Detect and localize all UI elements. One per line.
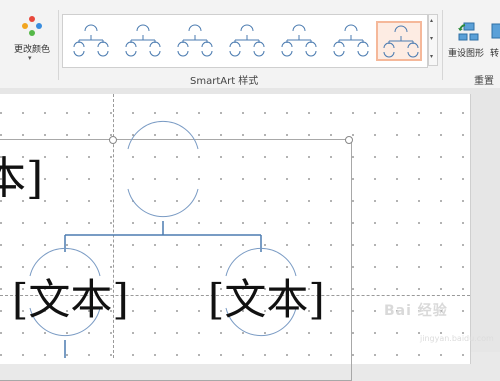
- hierarchy-style-icon: [383, 25, 419, 58]
- top-node-arc: [127, 188, 199, 218]
- style-thumbnail-1[interactable]: [67, 21, 113, 61]
- hierarchy-style-icon: [333, 24, 369, 57]
- hierarchy-style-icon: [125, 24, 161, 57]
- watermark-logo: Bai 经验: [384, 303, 448, 319]
- convert-icon: [491, 23, 500, 39]
- convert-button[interactable]: 转: [490, 20, 500, 60]
- convert-label: 转: [490, 49, 500, 59]
- style-thumbnail-6[interactable]: [327, 21, 373, 61]
- smartart-styles-gallery[interactable]: [62, 14, 428, 68]
- smartart-styles-group-label: SmartArt 样式: [190, 76, 259, 87]
- ribbon-separator: [442, 10, 443, 80]
- ribbon-separator: [58, 10, 59, 80]
- hierarchy-style-icon: [229, 24, 265, 57]
- scroll-down-icon[interactable]: ▾: [430, 35, 433, 42]
- ribbon: 更改颜色 ▾ ▴ ▾ ▾ SmartArt 样式 重设图形 转 重置: [0, 0, 500, 89]
- change-colors-arrow-icon[interactable]: ▾: [28, 54, 32, 62]
- hierarchy-style-icon: [177, 24, 213, 57]
- hierarchy-style-icon: [281, 24, 317, 57]
- change-colors-label: 更改颜色: [13, 45, 50, 55]
- slide[interactable]: 本] [文本] [文本]: [0, 94, 471, 381]
- style-thumbnail-5[interactable]: [275, 21, 321, 61]
- reset-graphic-label: 重设图形: [448, 49, 485, 59]
- scroll-up-icon[interactable]: ▴: [430, 17, 433, 24]
- reset-group-label: 重置: [474, 76, 494, 87]
- style-thumbnail-7-selected[interactable]: [376, 21, 422, 61]
- reset-graphic-icon: [458, 22, 479, 41]
- style-thumbnail-2[interactable]: [119, 21, 165, 61]
- left-node-text[interactable]: [文本]: [12, 266, 129, 327]
- gallery-more-icon[interactable]: ▾: [430, 53, 433, 60]
- style-thumbnail-3[interactable]: [171, 21, 217, 61]
- hierarchy-style-icon: [73, 24, 109, 57]
- change-colors-button[interactable]: 更改颜色 ▾: [10, 16, 54, 66]
- top-node-arc: [127, 120, 199, 150]
- watermark-url: jingyan.baidu.com: [420, 334, 494, 343]
- reset-graphic-button[interactable]: 重设图形: [446, 20, 490, 60]
- palette-icon: [22, 16, 42, 36]
- gallery-scrollbar[interactable]: ▴ ▾ ▾: [428, 14, 438, 66]
- top-partial-node-text[interactable]: 本]: [0, 142, 43, 206]
- style-thumbnail-4[interactable]: [223, 21, 269, 61]
- right-node-text[interactable]: [文本]: [208, 266, 325, 327]
